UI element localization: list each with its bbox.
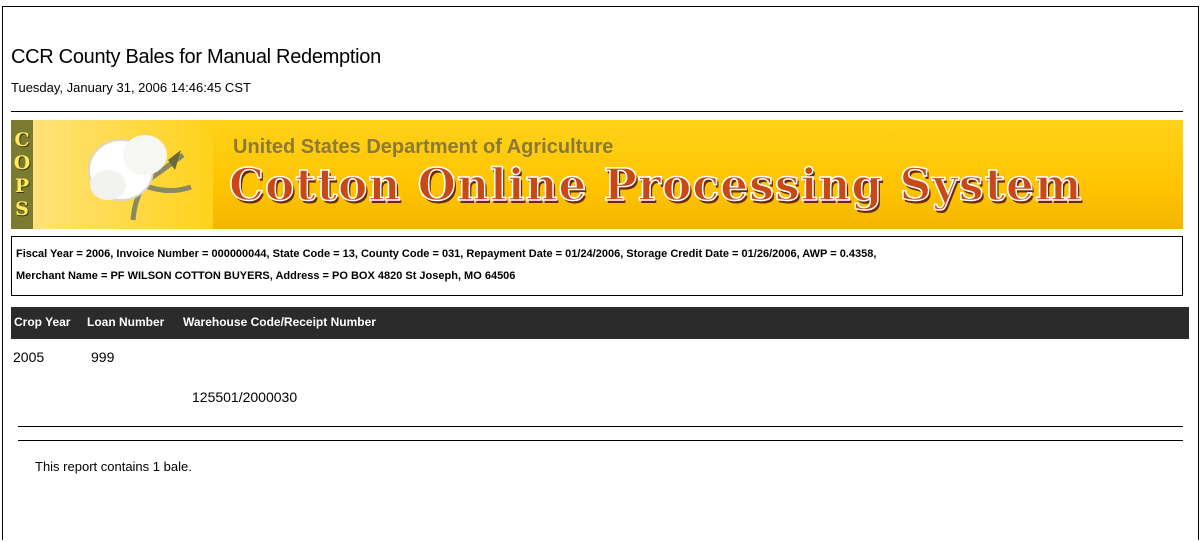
usda-cops-banner: C O P S United States Department of Agri… <box>11 120 1183 229</box>
header-warehouse-receipt: Warehouse Code/Receipt Number <box>183 315 376 329</box>
cotton-boll-icon <box>88 135 192 221</box>
cell-crop-year: 2005 <box>13 349 45 365</box>
header-loan-number: Loan Number <box>87 315 165 329</box>
system-title: Cotton Online Processing System <box>228 159 1083 212</box>
report-timestamp: Tuesday, January 31, 2006 14:46:45 CST <box>11 80 251 95</box>
invoice-info-line-2: Merchant Name = PF WILSON COTTON BUYERS,… <box>16 270 516 282</box>
report-title: CCR County Bales for Manual Redemption <box>11 46 381 68</box>
cops-letter-c: C <box>14 128 30 151</box>
header-divider <box>11 111 1183 112</box>
cops-letter-s: S <box>15 197 29 220</box>
cell-loan-number: 999 <box>91 349 115 365</box>
agency-name: United States Department of Agriculture <box>233 136 614 158</box>
table-header-row: Crop Year Loan Number Warehouse Code/Rec… <box>11 307 1189 339</box>
table-divider-top <box>18 426 1183 427</box>
invoice-info-box: Fiscal Year = 2006, Invoice Number = 000… <box>11 236 1183 296</box>
invoice-info-line-1: Fiscal Year = 2006, Invoice Number = 000… <box>16 248 877 260</box>
header-crop-year: Crop Year <box>14 315 71 329</box>
cops-letter-o: O <box>13 151 31 174</box>
cops-letter-p: P <box>14 174 30 197</box>
table-divider-bottom <box>18 440 1183 441</box>
cell-warehouse-receipt: 125501/2000030 <box>192 389 298 405</box>
report-summary: This report contains 1 bale. <box>35 459 192 474</box>
cotton-image-area <box>33 120 213 229</box>
cops-logo-strip: C O P S <box>11 120 33 229</box>
